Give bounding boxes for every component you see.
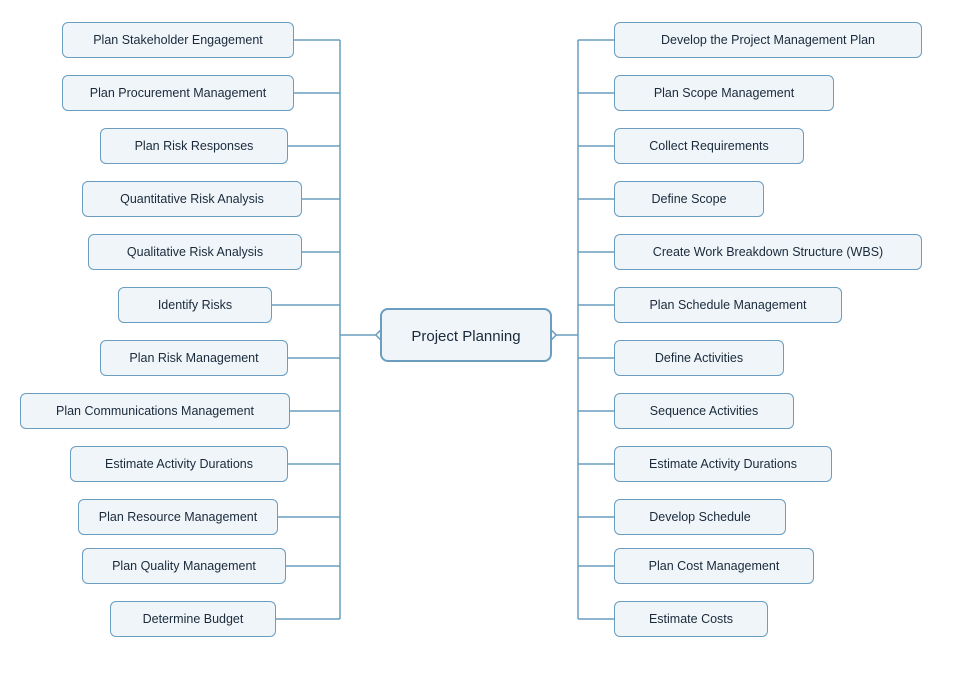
left-node-l8: Plan Communications Management <box>20 393 290 429</box>
right-node-r7: Define Activities <box>614 340 784 376</box>
right-node-r6: Plan Schedule Management <box>614 287 842 323</box>
left-node-l1: Plan Stakeholder Engagement <box>62 22 294 58</box>
diagram-container: Project Planning Plan Stakeholder Engagem… <box>0 0 969 660</box>
left-node-l12: Determine Budget <box>110 601 276 637</box>
right-node-r12: Estimate Costs <box>614 601 768 637</box>
left-node-l3: Plan Risk Responses <box>100 128 288 164</box>
right-node-r1: Develop the Project Management Plan <box>614 22 922 58</box>
right-node-r3: Collect Requirements <box>614 128 804 164</box>
center-node: Project Planning <box>380 308 552 362</box>
left-node-l7: Plan Risk Management <box>100 340 288 376</box>
left-node-l10: Plan Resource Management <box>78 499 278 535</box>
right-node-r10: Develop Schedule <box>614 499 786 535</box>
right-node-r11: Plan Cost Management <box>614 548 814 584</box>
left-node-l9: Estimate Activity Durations <box>70 446 288 482</box>
left-node-l5: Qualitative Risk Analysis <box>88 234 302 270</box>
left-node-l4: Quantitative Risk Analysis <box>82 181 302 217</box>
left-node-l11: Plan Quality Management <box>82 548 286 584</box>
right-node-r2: Plan Scope Management <box>614 75 834 111</box>
right-node-r5: Create Work Breakdown Structure (WBS) <box>614 234 922 270</box>
left-node-l2: Plan Procurement Management <box>62 75 294 111</box>
left-node-l6: Identify Risks <box>118 287 272 323</box>
right-node-r4: Define Scope <box>614 181 764 217</box>
right-node-r8: Sequence Activities <box>614 393 794 429</box>
right-node-r9: Estimate Activity Durations <box>614 446 832 482</box>
